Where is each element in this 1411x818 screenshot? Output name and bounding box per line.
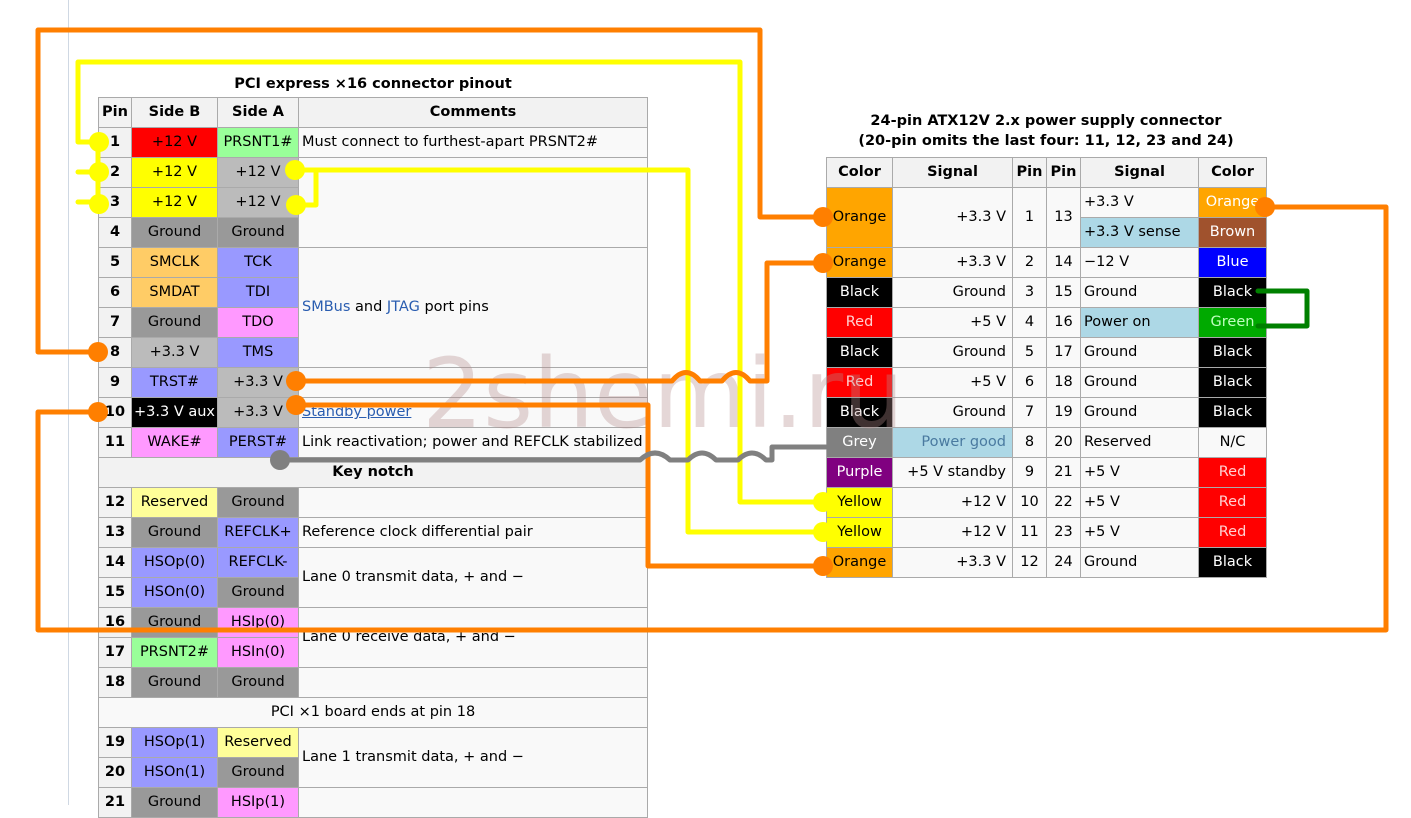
wire-orange-pin10 bbox=[292, 402, 825, 569]
wire-dot-yellow-atx11 bbox=[813, 522, 833, 542]
wire-dot-orange-atx12 bbox=[813, 556, 833, 576]
wire-dot-orange-b8 bbox=[88, 342, 108, 362]
wire-dot-yellow-b1 bbox=[89, 132, 109, 152]
wire-dot-yellow-a2 bbox=[285, 160, 305, 180]
wire-orange-pin8 bbox=[35, 27, 825, 355]
wire-dot-yellow-atx10 bbox=[813, 492, 833, 512]
wire-yellow-bridge-left bbox=[75, 59, 825, 505]
wire-dot-orange-a10 bbox=[286, 395, 306, 415]
wire-dot-yellow-b3 bbox=[89, 194, 109, 214]
wire-dot-grey-perst bbox=[270, 450, 290, 470]
wire-dot-orange-atx13 bbox=[1255, 197, 1275, 217]
wire-yellow-to-atx11 bbox=[292, 167, 825, 535]
wire-grey-power-good bbox=[277, 444, 829, 463]
wire-dot-orange-a9 bbox=[286, 371, 306, 391]
wire-dot-orange-atx2 bbox=[813, 253, 833, 273]
wire-dot-yellow-b2 bbox=[89, 162, 109, 182]
wire-green-power-on bbox=[1255, 288, 1310, 329]
wire-dot-orange-atx1 bbox=[813, 207, 833, 227]
wiring-overlay bbox=[35, 27, 1389, 633]
wire-dot-orange-b10 bbox=[88, 402, 108, 422]
wire-orange-pin9 bbox=[292, 260, 825, 384]
wire-dot-yellow-a3 bbox=[286, 195, 306, 215]
